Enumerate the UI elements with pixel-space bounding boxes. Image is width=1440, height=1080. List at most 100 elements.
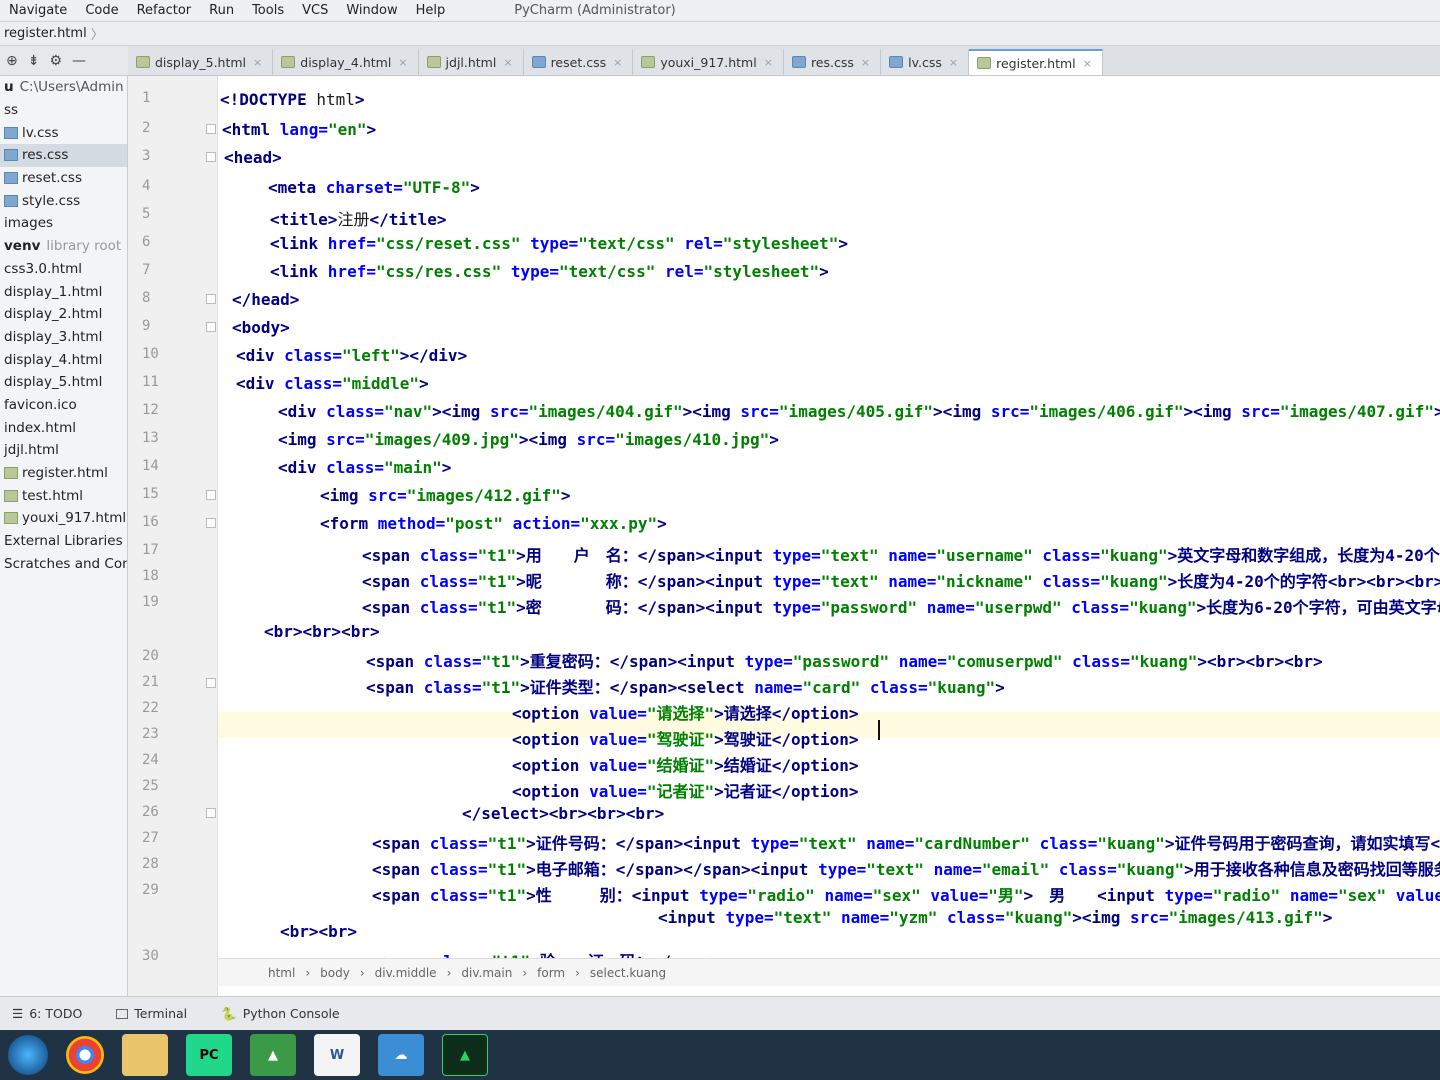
tab-label: res.css xyxy=(810,54,854,70)
code-token: type= xyxy=(818,860,867,879)
crumb-select[interactable]: select.kuang xyxy=(590,966,666,980)
code-editor[interactable]: <!DOCTYPE html> <html lang="en"> <head> <me… xyxy=(218,76,1440,996)
collapse-icon[interactable]: ⇟ xyxy=(28,53,40,69)
fold-marker-icon[interactable] xyxy=(206,152,216,162)
menu-code[interactable]: Code xyxy=(76,3,127,18)
tree-item-favicon[interactable]: favicon.ico xyxy=(0,394,127,417)
python-console-button[interactable]: 🐍 Python Console xyxy=(221,1006,340,1022)
cloud-icon[interactable]: ☁ xyxy=(378,1034,424,1076)
fold-marker-icon[interactable] xyxy=(206,678,216,688)
menu-tools[interactable]: Tools xyxy=(243,3,293,18)
close-icon[interactable]: × xyxy=(1083,57,1092,70)
tree-item-res-css[interactable]: res.css xyxy=(0,144,127,167)
word-icon[interactable]: W xyxy=(314,1034,360,1076)
close-icon[interactable]: × xyxy=(861,56,870,69)
fold-marker-icon[interactable] xyxy=(206,322,216,332)
tree-item-display-3[interactable]: display_3.html xyxy=(0,326,127,349)
tree-item-youxi-917[interactable]: youxi_917.html xyxy=(0,507,127,530)
crumb-div-middle[interactable]: div.middle xyxy=(375,966,437,980)
close-icon[interactable]: × xyxy=(398,56,407,69)
close-icon[interactable]: × xyxy=(503,56,512,69)
menu-navigate[interactable]: Navigate xyxy=(0,3,76,18)
crumb-form[interactable]: form xyxy=(537,966,565,980)
code-line: <option value="请选择">请选择</option> xyxy=(512,700,858,724)
tree-root[interactable]: u C:\Users\Admin xyxy=(0,76,127,99)
target-icon[interactable]: ⊕ xyxy=(6,53,18,69)
crumb-body[interactable]: body xyxy=(320,966,350,980)
code-token: type= xyxy=(772,572,821,591)
tree-item-display-1[interactable]: display_1.html xyxy=(0,280,127,303)
menu-run[interactable]: Run xyxy=(200,3,243,18)
code-token: "text" xyxy=(773,908,832,927)
tree-item-lv-css[interactable]: lv.css xyxy=(0,121,127,144)
chevron-right-icon: 〉 xyxy=(90,28,104,43)
nav-file-crumb[interactable]: register.html xyxy=(4,26,87,41)
code-token: <br><br><br> xyxy=(1327,572,1440,591)
crumb-html[interactable]: html xyxy=(268,966,295,980)
app-icon[interactable]: ▲ xyxy=(250,1034,296,1076)
tab-youxi-917[interactable]: youxi_917.html × xyxy=(633,49,784,75)
windows-taskbar: PC ▲ W ☁ ▲ xyxy=(0,1030,1440,1080)
code-token: class= xyxy=(1029,834,1098,853)
close-icon[interactable]: × xyxy=(949,56,958,69)
tree-item-display-2[interactable]: display_2.html xyxy=(0,303,127,326)
tree-item-images[interactable]: images xyxy=(0,212,127,235)
menu-vcs[interactable]: VCS xyxy=(293,3,337,18)
chevron-right-icon: › xyxy=(575,965,580,980)
code-token: > xyxy=(995,678,1005,697)
code-token: >密 码： xyxy=(516,598,638,617)
tree-item-external-libraries[interactable]: External Libraries xyxy=(0,530,127,553)
tree-item-css3[interactable]: css3.0.html xyxy=(0,258,127,281)
tab-lv-css[interactable]: lv.css × xyxy=(881,49,970,75)
tab-display-5[interactable]: display_5.html × xyxy=(128,49,274,75)
tree-item-jdjl[interactable]: jdjl.html xyxy=(0,439,127,462)
pycharm-icon[interactable]: PC xyxy=(186,1034,232,1076)
line-number: 2 xyxy=(142,120,151,136)
chrome-icon[interactable] xyxy=(66,1036,104,1074)
tree-item-index[interactable]: index.html xyxy=(0,416,127,439)
dreamweaver-icon[interactable]: ▲ xyxy=(442,1034,488,1076)
menu-refactor[interactable]: Refactor xyxy=(128,3,201,18)
code-token: "images/404.gif" xyxy=(528,402,683,421)
gear-icon[interactable]: ⚙ xyxy=(49,53,62,69)
tree-item-scratches[interactable]: Scratches and Consoles xyxy=(0,552,127,575)
code-token: >性 别： xyxy=(526,886,632,905)
crumb-div-main[interactable]: div.main xyxy=(461,966,512,980)
tree-item-reset-css[interactable]: reset.css xyxy=(0,167,127,190)
code-token: "main" xyxy=(383,458,442,477)
tab-res-css[interactable]: res.css × xyxy=(783,49,882,75)
fold-marker-icon[interactable] xyxy=(206,124,216,134)
code-token: value= xyxy=(589,730,647,749)
hide-icon[interactable]: — xyxy=(72,53,86,69)
tab-jdjl[interactable]: jdjl.html × xyxy=(418,49,524,75)
tab-reset-css[interactable]: reset.css × xyxy=(523,49,634,75)
todo-button[interactable]: ☰ 6: TODO xyxy=(12,1006,82,1021)
tree-item-css-folder[interactable]: ss xyxy=(0,99,127,122)
code-token: <span xyxy=(372,834,430,853)
code-token: class= xyxy=(284,374,342,393)
close-icon[interactable]: × xyxy=(253,56,262,69)
fold-marker-icon[interactable] xyxy=(206,490,216,500)
terminal-button[interactable]: Terminal xyxy=(116,1006,187,1021)
code-token: >驾驶证</option> xyxy=(714,730,859,749)
tab-display-4[interactable]: display_4.html × xyxy=(273,49,419,75)
tab-register-html[interactable]: register.html × xyxy=(969,49,1103,75)
tree-item-register[interactable]: register.html xyxy=(0,462,127,485)
tree-item-style-css[interactable]: style.css xyxy=(0,189,127,212)
tree-item-display-4[interactable]: display_4.html xyxy=(0,348,127,371)
close-icon[interactable]: × xyxy=(613,56,622,69)
code-token: "post" xyxy=(445,514,504,533)
fold-marker-icon[interactable] xyxy=(206,518,216,528)
code-line: <br><br> xyxy=(280,922,357,941)
close-icon[interactable]: × xyxy=(764,56,773,69)
fold-marker-icon[interactable] xyxy=(206,808,216,818)
fold-marker-icon[interactable] xyxy=(206,294,216,304)
menu-help[interactable]: Help xyxy=(407,3,455,18)
menu-window[interactable]: Window xyxy=(337,3,406,18)
tree-item-display-5[interactable]: display_5.html xyxy=(0,371,127,394)
file-explorer-icon[interactable] xyxy=(122,1034,168,1076)
code-token: "驾驶证" xyxy=(646,730,715,749)
tree-item-venv[interactable]: venv library root xyxy=(0,235,127,258)
tree-item-test[interactable]: test.html xyxy=(0,484,127,507)
start-button-icon[interactable] xyxy=(8,1035,48,1075)
